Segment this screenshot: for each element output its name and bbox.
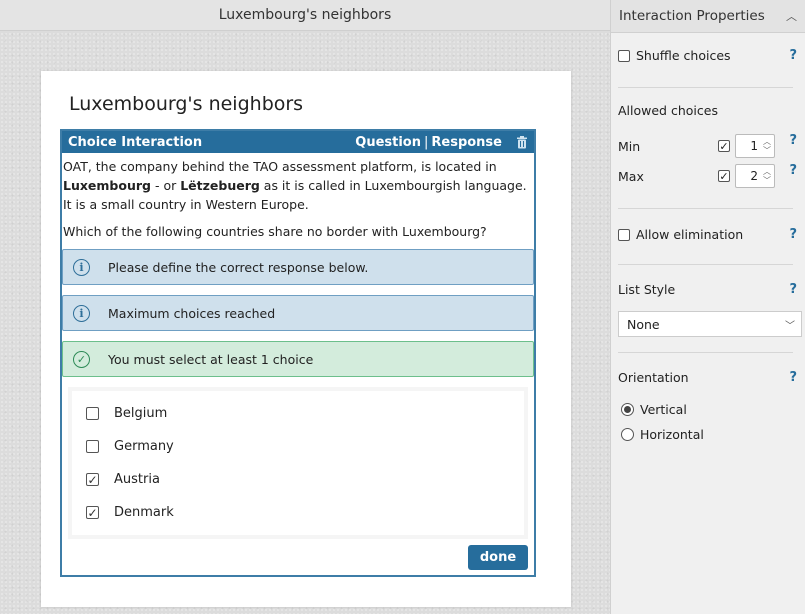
- stepper-arrows-icon[interactable]: ︿ ﹀: [763, 137, 771, 155]
- choice-label: Denmark: [114, 505, 174, 520]
- choice-checkbox[interactable]: [86, 407, 99, 420]
- orientation-label: Orientation: [618, 370, 689, 385]
- trash-icon[interactable]: [516, 135, 528, 149]
- prompt-paragraph-2: Which of the following countries share n…: [63, 224, 487, 239]
- stepper-arrows-icon[interactable]: ︿ ﹀: [763, 167, 771, 185]
- interaction-prompt[interactable]: OAT, the company behind the TAO assessme…: [62, 153, 534, 241]
- choice-denmark[interactable]: ✓ Denmark: [72, 496, 524, 529]
- feedback-text: You must select at least 1 choice: [108, 351, 314, 367]
- choice-label: Germany: [114, 439, 174, 454]
- chevron-up-icon[interactable]: ︿: [786, 8, 797, 24]
- orientation-vertical[interactable]: Vertical: [621, 402, 800, 417]
- divider: [618, 208, 793, 209]
- min-label: Min: [618, 139, 641, 154]
- allow-elimination-label: Allow elimination: [636, 227, 744, 242]
- shuffle-label: Shuffle choices: [636, 48, 731, 63]
- info-icon: i: [73, 258, 90, 276]
- help-icon[interactable]: ?: [789, 48, 797, 63]
- min-value: 1: [750, 139, 758, 153]
- max-value: 2: [750, 169, 758, 183]
- shuffle-choices-row[interactable]: Shuffle choices ?: [618, 48, 800, 63]
- prompt-text: - or: [150, 178, 181, 193]
- help-icon[interactable]: ?: [789, 227, 797, 242]
- allow-elimination-checkbox[interactable]: [618, 228, 630, 241]
- prompt-bold-letzebuerg: Lëtzebuerg: [180, 178, 260, 193]
- checkmark-icon: ✓: [87, 505, 98, 520]
- orientation-row: Orientation ?: [618, 370, 800, 385]
- feedback-define-response: i Please define the correct response bel…: [62, 249, 534, 285]
- radio-dot-icon: [624, 406, 631, 413]
- radio-vertical[interactable]: [621, 403, 634, 416]
- choice-list: Belgium Germany ✓ Austria ✓ Denmark: [68, 387, 528, 539]
- feedback-text: Maximum choices reached: [108, 305, 276, 321]
- interaction-header: Choice Interaction Question | Response: [62, 131, 534, 153]
- help-icon[interactable]: ?: [789, 282, 797, 297]
- done-button[interactable]: done: [468, 545, 528, 570]
- item-title-bar-text: Luxembourg's neighbors: [218, 7, 392, 23]
- shuffle-checkbox[interactable]: [618, 49, 630, 62]
- item-canvas: Luxembourg's neighbors Luxembourg's neig…: [0, 0, 610, 614]
- max-stepper[interactable]: 2 ︿ ﹀: [735, 164, 775, 188]
- prompt-text: OAT, the company behind the TAO assessme…: [63, 159, 497, 174]
- checkmark-icon: ✓: [87, 472, 98, 487]
- choice-germany[interactable]: Germany: [72, 430, 524, 463]
- info-icon: i: [73, 304, 90, 322]
- choice-label: Belgium: [114, 406, 168, 421]
- choice-list-inner: Belgium Germany ✓ Austria ✓ Denmark: [72, 391, 524, 535]
- question-mode-link[interactable]: Question: [355, 135, 421, 150]
- min-checkbox[interactable]: ✓: [718, 139, 730, 153]
- min-stepper[interactable]: 1 ︿ ﹀: [735, 134, 775, 158]
- item-card: Luxembourg's neighbors Choice Interactio…: [41, 71, 571, 607]
- allowed-choices-label: Allowed choices: [618, 103, 718, 118]
- panel-header[interactable]: Interaction Properties ︿: [611, 0, 805, 33]
- feedback-text: Please define the correct response below…: [108, 259, 369, 275]
- interaction-properties-panel: Interaction Properties ︿ Shuffle choices…: [610, 0, 805, 614]
- item-title[interactable]: Luxembourg's neighbors: [69, 93, 303, 115]
- mode-separator: |: [423, 134, 429, 150]
- help-icon[interactable]: ?: [789, 163, 797, 178]
- choice-austria[interactable]: ✓ Austria: [72, 463, 524, 496]
- choice-checkbox[interactable]: [86, 440, 99, 453]
- mode-switch: Question | Response: [355, 135, 502, 150]
- choice-checkbox[interactable]: ✓: [86, 473, 99, 486]
- list-style-value: None: [627, 316, 660, 332]
- interaction-label: Choice Interaction: [68, 134, 203, 150]
- item-title-bar: Luxembourg's neighbors: [0, 0, 610, 31]
- allow-elimination-row[interactable]: Allow elimination ?: [618, 227, 800, 242]
- divider: [618, 87, 793, 88]
- allowed-choices-heading: Allowed choices: [618, 103, 800, 118]
- panel-title: Interaction Properties: [619, 8, 765, 24]
- divider: [618, 264, 793, 265]
- help-icon[interactable]: ?: [789, 133, 797, 148]
- max-label: Max: [618, 169, 644, 184]
- choice-interaction[interactable]: Choice Interaction Question | Response OAT…: [60, 129, 536, 577]
- check-circle-icon: ✓: [73, 350, 90, 368]
- choice-label: Austria: [114, 472, 160, 487]
- choice-checkbox[interactable]: ✓: [86, 506, 99, 519]
- checkmark-icon: ✓: [719, 169, 729, 183]
- choice-belgium[interactable]: Belgium: [72, 397, 524, 430]
- prompt-bold-luxembourg: Luxembourg: [63, 178, 151, 193]
- orientation-horizontal-label: Horizontal: [640, 427, 704, 442]
- prompt-paragraph-1: OAT, the company behind the TAO assessme…: [63, 157, 533, 214]
- radio-horizontal[interactable]: [621, 428, 634, 441]
- feedback-max-reached: i Maximum choices reached: [62, 295, 534, 331]
- max-checkbox[interactable]: ✓: [718, 169, 730, 183]
- list-style-select[interactable]: None ﹀: [618, 311, 802, 337]
- feedback-min-choice: ✓ You must select at least 1 choice: [62, 341, 534, 377]
- list-style-label: List Style: [618, 282, 676, 297]
- response-mode-link[interactable]: Response: [431, 135, 502, 150]
- orientation-vertical-label: Vertical: [640, 402, 687, 417]
- divider: [618, 352, 793, 353]
- chevron-down-icon: ﹀: [785, 320, 795, 332]
- help-icon[interactable]: ?: [789, 370, 797, 385]
- orientation-horizontal[interactable]: Horizontal: [621, 427, 800, 442]
- checkmark-icon: ✓: [719, 139, 729, 153]
- list-style-row: List Style ?: [618, 282, 800, 297]
